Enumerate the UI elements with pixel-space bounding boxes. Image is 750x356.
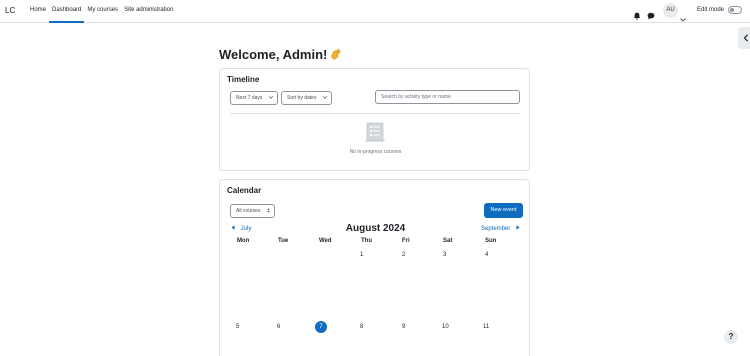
- user-avatar[interactable]: AU: [663, 3, 678, 18]
- timeline-empty-message: No in-progress courses: [349, 149, 402, 155]
- open-block-drawer-button[interactable]: [738, 27, 750, 49]
- edit-mode-toggle[interactable]: [728, 6, 742, 14]
- chevron-down-icon: [323, 96, 327, 99]
- weekday-header: Mon: [237, 238, 250, 244]
- calendar-day[interactable]: 9: [402, 324, 405, 330]
- edit-mode-label: Edit mode: [697, 7, 725, 13]
- primary-navigation: Home Dashboard My courses Site administr…: [27, 0, 176, 23]
- welcome-text: Welcome, Admin!: [219, 47, 328, 62]
- calendar-day[interactable]: 11: [483, 324, 489, 330]
- timeline-range-select[interactable]: Next 7 days: [230, 91, 278, 105]
- timeline-search-input[interactable]: Search by activity type or name: [375, 90, 520, 104]
- chevron-down-icon[interactable]: [680, 9, 686, 22]
- nav-my-courses[interactable]: My courses: [84, 0, 121, 23]
- sort-arrows-icon: [267, 208, 270, 213]
- top-navbar: LC Home Dashboard My courses Site admini…: [0, 0, 750, 23]
- calendar-day-today[interactable]: 7: [315, 321, 327, 333]
- calendar-day[interactable]: 4: [485, 252, 488, 258]
- new-event-button[interactable]: New event: [484, 203, 523, 218]
- nav-site-administration[interactable]: Site administration: [121, 0, 176, 23]
- weekday-header: Fri: [402, 238, 410, 244]
- weekday-header: Wed: [319, 238, 332, 244]
- weekday-header: Sat: [443, 238, 453, 244]
- empty-courses-icon: [363, 121, 387, 145]
- wave-emoji-icon: [330, 48, 342, 60]
- bell-icon[interactable]: [633, 7, 641, 20]
- weekday-header: Tue: [278, 238, 289, 244]
- timeline-card: Timeline Next 7 days Sort by dates Searc…: [219, 68, 530, 171]
- caret-right-icon: [516, 225, 520, 230]
- calendar-day[interactable]: 8: [360, 324, 363, 330]
- chevron-left-icon: [743, 34, 748, 42]
- calendar-day[interactable]: 5: [236, 324, 239, 330]
- calendar-day[interactable]: 6: [277, 324, 280, 330]
- timeline-sort-label: Sort by dates: [287, 95, 317, 101]
- calendar-title: Calendar: [227, 186, 262, 195]
- calendar-course-label: All courses: [236, 208, 261, 214]
- chat-icon[interactable]: [647, 7, 655, 20]
- next-month-link[interactable]: September: [481, 225, 520, 232]
- page-title: Welcome, Admin!: [219, 47, 342, 62]
- calendar-day[interactable]: 3: [443, 252, 446, 258]
- weekday-header: Thu: [361, 238, 372, 244]
- timeline-sort-select[interactable]: Sort by dates: [281, 91, 332, 105]
- divider: [230, 113, 520, 114]
- nav-home[interactable]: Home: [27, 0, 49, 23]
- calendar-course-select[interactable]: All courses: [230, 204, 275, 218]
- calendar-day[interactable]: 2: [402, 252, 405, 258]
- timeline-title: Timeline: [227, 75, 260, 84]
- timeline-range-label: Next 7 days: [236, 95, 263, 101]
- toggle-knob: [730, 8, 734, 12]
- site-brand[interactable]: LC: [5, 6, 15, 15]
- calendar-card: Calendar All courses New event July Augu…: [219, 179, 530, 356]
- nav-dashboard[interactable]: Dashboard: [49, 0, 85, 23]
- calendar-day[interactable]: 10: [442, 324, 449, 330]
- next-month-label: September: [481, 226, 511, 232]
- weekday-header: Sun: [485, 238, 497, 244]
- help-button[interactable]: ?: [724, 330, 738, 344]
- calendar-day[interactable]: 1: [360, 252, 363, 258]
- chevron-down-icon: [269, 96, 273, 99]
